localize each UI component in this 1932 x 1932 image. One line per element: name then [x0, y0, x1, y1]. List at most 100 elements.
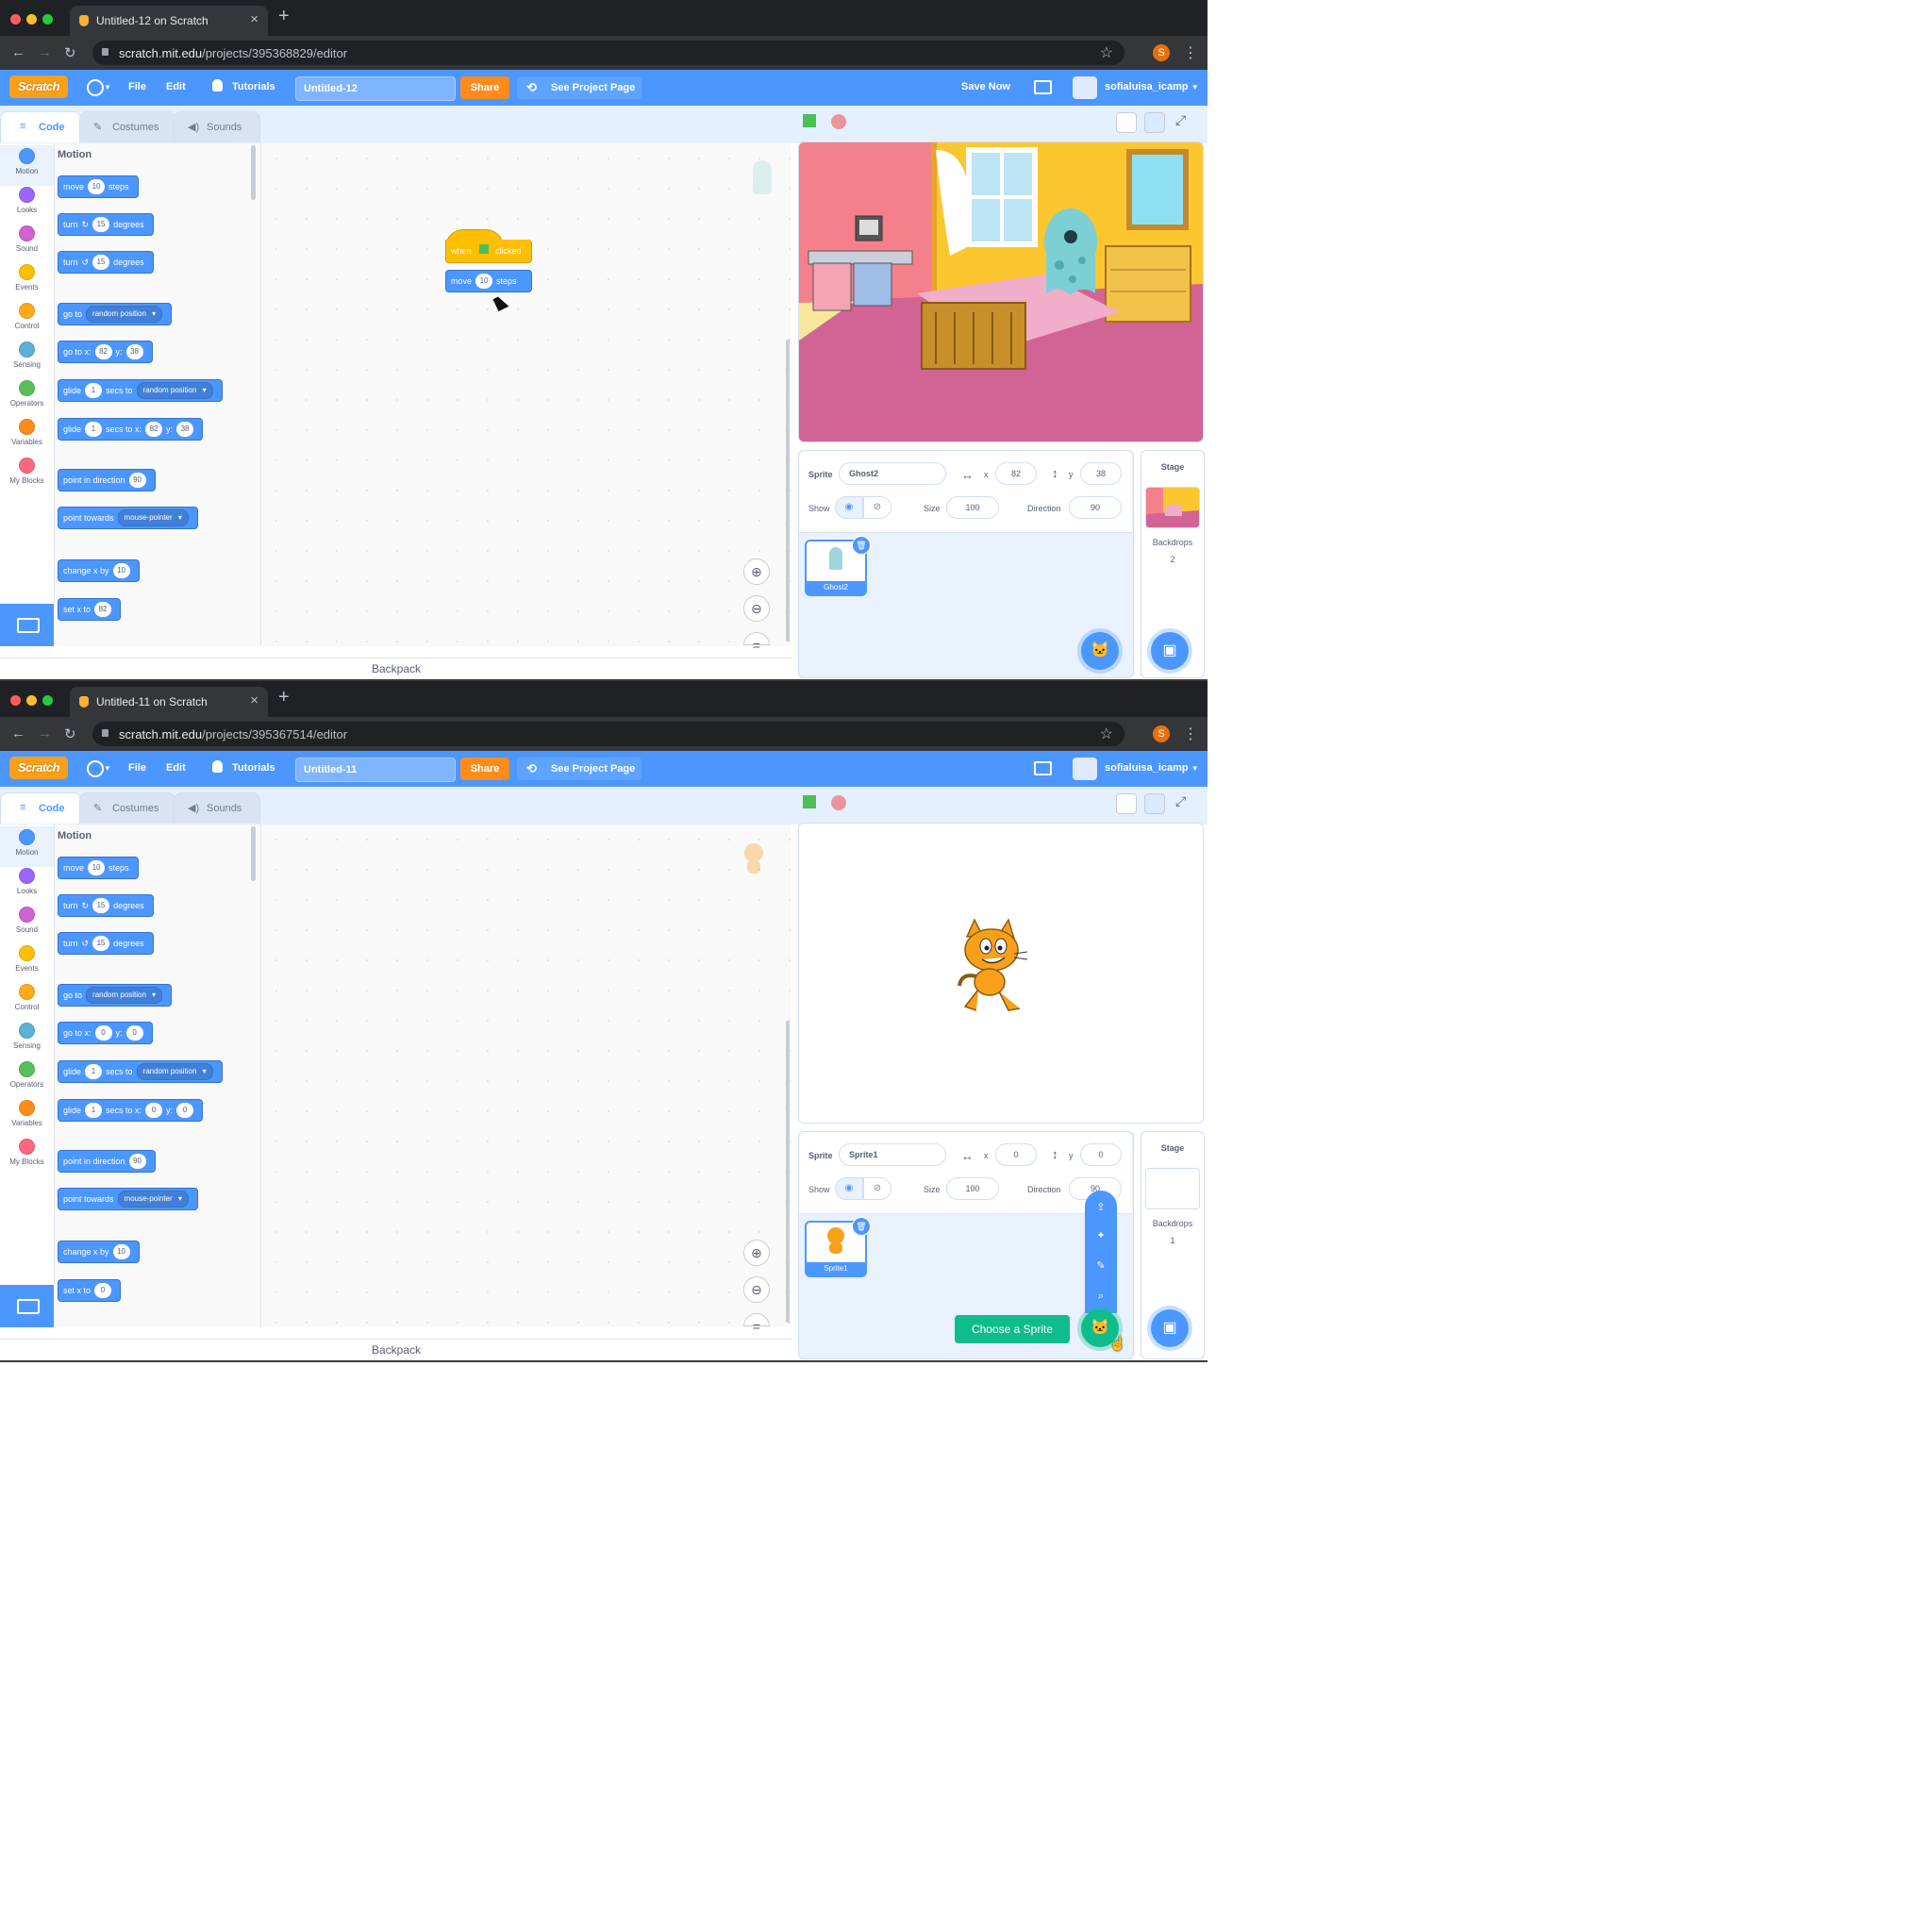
block-input[interactable]: 0: [176, 1103, 194, 1118]
block-input[interactable]: 10: [112, 563, 130, 578]
block-input[interactable]: 1: [85, 1103, 103, 1118]
maximize-window-button[interactable]: [42, 695, 53, 706]
tab-sounds[interactable]: ◀) Sounds: [174, 111, 260, 142]
block-input[interactable]: 10: [475, 274, 493, 289]
hide-sprite-eye-icon[interactable]: ⊘: [863, 496, 891, 519]
see-project-page-button[interactable]: ⟲ See Project Page: [517, 76, 641, 99]
edit-menu[interactable]: Edit: [166, 81, 186, 92]
block-change-x-by[interactable]: change x by 10: [58, 559, 140, 582]
new-tab-icon[interactable]: +: [278, 6, 290, 27]
category-looks[interactable]: Looks: [0, 187, 54, 214]
sprite-size-input[interactable]: 100: [946, 496, 999, 519]
choose-backdrop-button[interactable]: ▣: [1151, 1309, 1189, 1347]
block-dropdown[interactable]: random position ▾: [136, 382, 213, 399]
block-turn-left[interactable]: turn ↺ 15 degrees: [58, 932, 154, 955]
language-globe-icon[interactable]: [87, 760, 104, 777]
choose-sprite-button[interactable]: 🐱: [1081, 632, 1119, 670]
tab-costumes[interactable]: ✎ Costumes: [79, 792, 175, 824]
zoom-in-button[interactable]: ⊕: [743, 558, 770, 585]
block-go-to-xy[interactable]: go to x: 82 y: 38: [58, 341, 153, 363]
script-area[interactable]: [261, 143, 791, 646]
green-flag-button[interactable]: [803, 795, 816, 808]
surprise-sparkle-icon[interactable]: ✦: [1093, 1228, 1108, 1243]
block-turn-right[interactable]: turn ↻ 15 degrees: [58, 894, 154, 917]
backpack[interactable]: Backpack: [0, 1339, 792, 1360]
category-motion[interactable]: Motion: [0, 145, 54, 186]
block-input[interactable]: 1: [85, 422, 103, 437]
block-dropdown[interactable]: random position ▾: [136, 1063, 213, 1080]
sprite-direction-input[interactable]: 90: [1069, 496, 1122, 519]
green-flag-button[interactable]: [803, 114, 816, 127]
block-point-in-direction[interactable]: point in direction 90: [58, 1150, 156, 1173]
delete-sprite-icon[interactable]: 🗑: [852, 1217, 871, 1236]
block-go-to[interactable]: go to random position ▾: [58, 303, 173, 325]
user-avatar[interactable]: [1073, 76, 1097, 99]
sprite-y-input[interactable]: 0: [1080, 1143, 1122, 1166]
block-input[interactable]: 10: [88, 179, 106, 194]
file-menu[interactable]: File: [128, 762, 146, 774]
block-input[interactable]: 0: [94, 1283, 112, 1298]
sprite-x-input[interactable]: 0: [995, 1143, 1037, 1166]
sprite-name-input[interactable]: Sprite1: [839, 1143, 946, 1166]
tutorials-menu[interactable]: Tutorials: [232, 762, 275, 774]
zoom-out-button[interactable]: ⊖: [743, 1276, 770, 1303]
block-glide-to-xy[interactable]: glide 1 secs to x: 0 y: 0: [58, 1099, 204, 1122]
block-input[interactable]: 82: [94, 602, 112, 617]
block-set-x-to[interactable]: set x to 0: [58, 1279, 122, 1302]
block-input[interactable]: 10: [88, 860, 106, 875]
category-events[interactable]: Events: [0, 945, 54, 973]
hide-sprite-eye-icon[interactable]: ⊘: [863, 1177, 891, 1200]
add-extension-button[interactable]: [0, 604, 54, 646]
profile-avatar[interactable]: S: [1153, 44, 1170, 61]
small-stage-button[interactable]: [1116, 112, 1137, 133]
script-scrollbar[interactable]: [786, 1021, 790, 1323]
language-caret-icon[interactable]: ▼: [104, 81, 111, 92]
upload-sprite-icon[interactable]: ⇪: [1093, 1200, 1108, 1215]
tab-sounds[interactable]: ◀) Sounds: [174, 792, 260, 824]
block-move-steps[interactable]: move 10 steps: [58, 857, 139, 879]
block-input[interactable]: 1: [85, 383, 103, 398]
tutorials-bulb-icon[interactable]: [212, 79, 223, 92]
block-input[interactable]: 0: [145, 1103, 163, 1118]
block-input[interactable]: 82: [94, 344, 112, 359]
block-input[interactable]: 15: [92, 217, 110, 232]
block-input[interactable]: 82: [145, 422, 163, 437]
script-scrollbar[interactable]: [786, 340, 790, 641]
fullscreen-icon[interactable]: ⤢: [1175, 112, 1196, 133]
block-go-to[interactable]: go to random position ▾: [58, 984, 173, 1007]
category-sound[interactable]: Sound: [0, 907, 54, 934]
choose-backdrop-button[interactable]: ▣: [1151, 632, 1189, 670]
sprite-size-input[interactable]: 100: [946, 1177, 999, 1200]
back-icon[interactable]: ←: [11, 725, 25, 741]
block-turn-right[interactable]: turn ↻ 15 degrees: [58, 213, 154, 236]
forward-icon[interactable]: →: [38, 44, 52, 60]
stop-button[interactable]: [831, 795, 846, 810]
sprite-y-input[interactable]: 38: [1080, 462, 1122, 485]
when-flag-clicked-block[interactable]: when clicked: [445, 229, 532, 267]
back-icon[interactable]: ←: [11, 44, 25, 60]
language-caret-icon[interactable]: ▼: [104, 762, 111, 774]
block-point-towards[interactable]: point towards mouse-pointer ▾: [58, 1188, 198, 1210]
block-go-to-xy[interactable]: go to x: 0 y: 0: [58, 1022, 153, 1044]
zoom-out-button[interactable]: ⊖: [743, 595, 770, 622]
block-point-towards[interactable]: point towards mouse-pointer ▾: [58, 507, 198, 529]
minimize-window-button[interactable]: [26, 14, 37, 25]
small-stage-button[interactable]: [1116, 793, 1137, 814]
block-input[interactable]: 1: [85, 1064, 103, 1079]
category-events[interactable]: Events: [0, 264, 54, 291]
tutorials-menu[interactable]: Tutorials: [232, 81, 275, 92]
category-control[interactable]: Control: [0, 984, 54, 1011]
block-dropdown[interactable]: random position ▾: [86, 987, 163, 1004]
sprite-name-input[interactable]: Ghost2: [839, 462, 946, 485]
my-stuff-folder-icon[interactable]: [1034, 761, 1052, 775]
scratch-logo[interactable]: Scratch: [9, 757, 68, 779]
category-sound[interactable]: Sound: [0, 225, 54, 253]
user-avatar[interactable]: [1073, 758, 1097, 780]
category-sensing[interactable]: Sensing: [0, 1023, 54, 1050]
sprite-thumbnail[interactable]: Sprite1 🗑: [805, 1217, 871, 1277]
profile-avatar[interactable]: S: [1153, 725, 1170, 742]
block-dropdown[interactable]: mouse-pointer ▾: [117, 1191, 189, 1208]
forward-icon[interactable]: →: [38, 725, 52, 741]
block-glide-to[interactable]: glide 1 secs to random position ▾: [58, 379, 223, 402]
block-input[interactable]: 0: [125, 1025, 143, 1041]
